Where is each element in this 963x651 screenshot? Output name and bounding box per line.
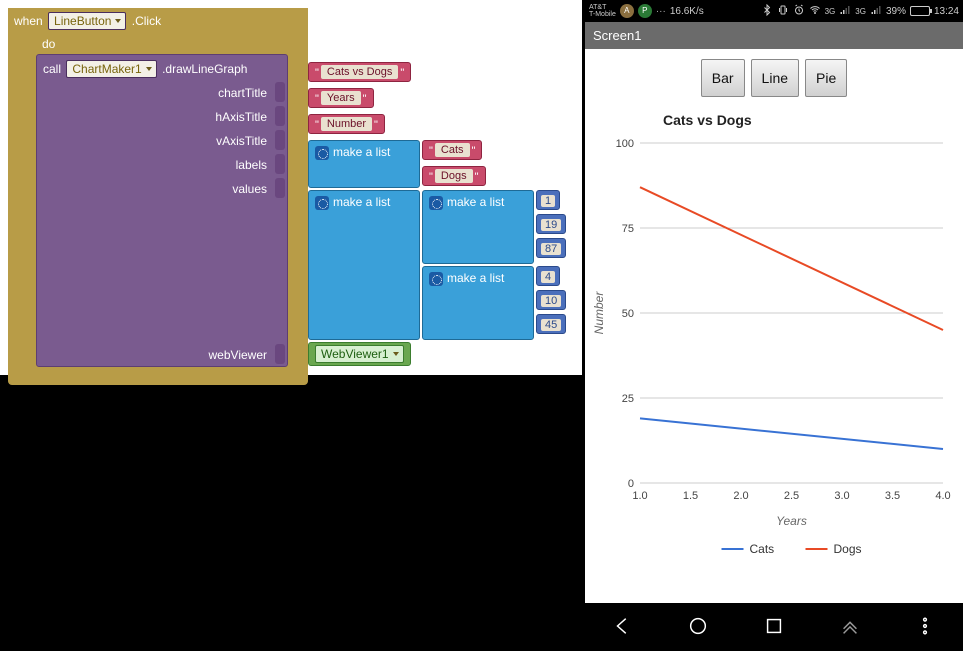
tab-bar[interactable]: Bar bbox=[701, 59, 745, 97]
xtick: 1.0 bbox=[632, 490, 647, 502]
make-list-values-series2[interactable]: make a list bbox=[422, 266, 534, 340]
webviewer-block[interactable]: WebViewer1 bbox=[308, 342, 411, 366]
status-battery-pct: 39% bbox=[886, 6, 906, 17]
series-cats bbox=[640, 418, 943, 449]
call-keyword: call bbox=[43, 62, 61, 76]
phone-frame: AT&T T-Mobile A P ··· 16.6K/s 3G 3G 39% … bbox=[585, 0, 963, 651]
ylabel: Number bbox=[592, 291, 606, 335]
ytick: 25 bbox=[622, 393, 634, 405]
menu-icon[interactable] bbox=[914, 615, 936, 640]
arg-labels-label: labels bbox=[69, 154, 273, 172]
recents-icon[interactable] bbox=[763, 615, 785, 640]
when-keyword: when bbox=[14, 14, 43, 28]
chart-title: Cats vs Dogs bbox=[663, 112, 752, 128]
text-block-vaxis[interactable]: Number bbox=[308, 114, 385, 134]
arg-vaxis-label: vAxisTitle bbox=[69, 130, 273, 148]
socket[interactable] bbox=[275, 130, 285, 150]
xtick: 1.5 bbox=[683, 490, 698, 502]
xtick: 3.5 bbox=[885, 490, 900, 502]
number-block[interactable]: 1 bbox=[536, 190, 560, 210]
text-block-label-cats[interactable]: Cats bbox=[422, 140, 482, 160]
webviewer-dropdown[interactable]: WebViewer1 bbox=[315, 345, 404, 363]
ytick: 0 bbox=[628, 478, 634, 490]
gear-icon[interactable] bbox=[315, 146, 329, 160]
ytick: 100 bbox=[616, 138, 634, 150]
call-block[interactable]: call ChartMaker1 .drawLineGraph chartTit… bbox=[36, 54, 288, 367]
line-chart: Cats vs Dogs 0 25 50 75 100 1.0 1.5 2.0 2.5 3.0 3.5… bbox=[585, 103, 963, 583]
status-time: 13:24 bbox=[934, 6, 959, 17]
text-block-label-dogs[interactable]: Dogs bbox=[422, 166, 486, 186]
socket[interactable] bbox=[275, 106, 285, 126]
number-block[interactable]: 4 bbox=[536, 266, 560, 286]
alarm-icon bbox=[793, 4, 805, 19]
number-block[interactable]: 45 bbox=[536, 314, 566, 334]
legend-dogs: Dogs bbox=[834, 542, 862, 556]
socket[interactable] bbox=[275, 344, 285, 364]
series-dogs bbox=[640, 187, 943, 330]
status-bar: AT&T T-Mobile A P ··· 16.6K/s 3G 3G 39% … bbox=[585, 0, 963, 22]
arg-charttitle-label: chartTitle bbox=[69, 82, 273, 100]
status-speed: 16.6K/s bbox=[670, 6, 704, 17]
number-block[interactable]: 10 bbox=[536, 290, 566, 310]
signal-2-icon bbox=[870, 4, 882, 19]
xtick: 2.0 bbox=[733, 490, 748, 502]
sim-b-icon: P bbox=[638, 4, 652, 18]
arg-haxis-label: hAxisTitle bbox=[69, 106, 273, 124]
bluetooth-icon bbox=[761, 4, 773, 19]
ytick: 50 bbox=[622, 308, 634, 320]
call-method: .drawLineGraph bbox=[162, 62, 247, 76]
when-event: .Click bbox=[132, 14, 161, 28]
legend-cats: Cats bbox=[750, 542, 775, 556]
status-carrier2: T-Mobile bbox=[589, 11, 616, 18]
net-3g: 3G bbox=[825, 7, 836, 16]
nav-extra-icon[interactable] bbox=[839, 615, 861, 640]
do-label: do bbox=[36, 34, 61, 54]
chart-type-tabs: Bar Line Pie bbox=[585, 49, 963, 103]
xtick: 3.0 bbox=[834, 490, 849, 502]
net-3g-2: 3G bbox=[855, 7, 866, 16]
xlabel: Years bbox=[776, 514, 807, 528]
home-icon[interactable] bbox=[687, 615, 709, 640]
number-block[interactable]: 87 bbox=[536, 238, 566, 258]
signal-1-icon bbox=[839, 4, 851, 19]
socket[interactable] bbox=[275, 178, 285, 198]
tab-line[interactable]: Line bbox=[751, 59, 799, 97]
blocks-canvas[interactable]: when LineButton .Click do call ChartMake… bbox=[0, 0, 582, 375]
make-list-values-series1[interactable]: make a list bbox=[422, 190, 534, 264]
battery-icon bbox=[910, 6, 930, 16]
sim-a-icon: A bbox=[620, 4, 634, 18]
make-list-labels[interactable]: make a list bbox=[308, 140, 420, 188]
when-block[interactable]: when LineButton .Click do call ChartMake… bbox=[8, 8, 308, 385]
app-title: Screen1 bbox=[585, 22, 963, 49]
back-icon[interactable] bbox=[612, 615, 634, 640]
when-component-dropdown[interactable]: LineButton bbox=[48, 12, 126, 30]
tab-pie[interactable]: Pie bbox=[805, 59, 847, 97]
ytick: 75 bbox=[622, 223, 634, 235]
number-block[interactable]: 19 bbox=[536, 214, 566, 234]
android-navbar bbox=[585, 603, 963, 651]
arg-webviewer-label: webViewer bbox=[69, 344, 273, 362]
call-component-dropdown[interactable]: ChartMaker1 bbox=[66, 60, 156, 78]
gear-icon[interactable] bbox=[429, 272, 443, 286]
xtick: 2.5 bbox=[784, 490, 799, 502]
arg-values-label: values bbox=[69, 178, 273, 196]
text-block-charttitle[interactable]: Cats vs Dogs bbox=[308, 62, 411, 82]
socket[interactable] bbox=[275, 82, 285, 102]
xtick: 4.0 bbox=[935, 490, 950, 502]
chart-viewport: Cats vs Dogs 0 25 50 75 100 1.0 1.5 2.0 2.5 3.0 3.5… bbox=[585, 103, 963, 603]
gear-icon[interactable] bbox=[315, 196, 329, 210]
make-list-values-outer[interactable]: make a list bbox=[308, 190, 420, 340]
wifi-icon bbox=[809, 4, 821, 19]
text-block-haxis[interactable]: Years bbox=[308, 88, 374, 108]
gear-icon[interactable] bbox=[429, 196, 443, 210]
vibrate-icon bbox=[777, 4, 789, 19]
status-carrier: AT&T bbox=[589, 4, 616, 11]
socket[interactable] bbox=[275, 154, 285, 174]
